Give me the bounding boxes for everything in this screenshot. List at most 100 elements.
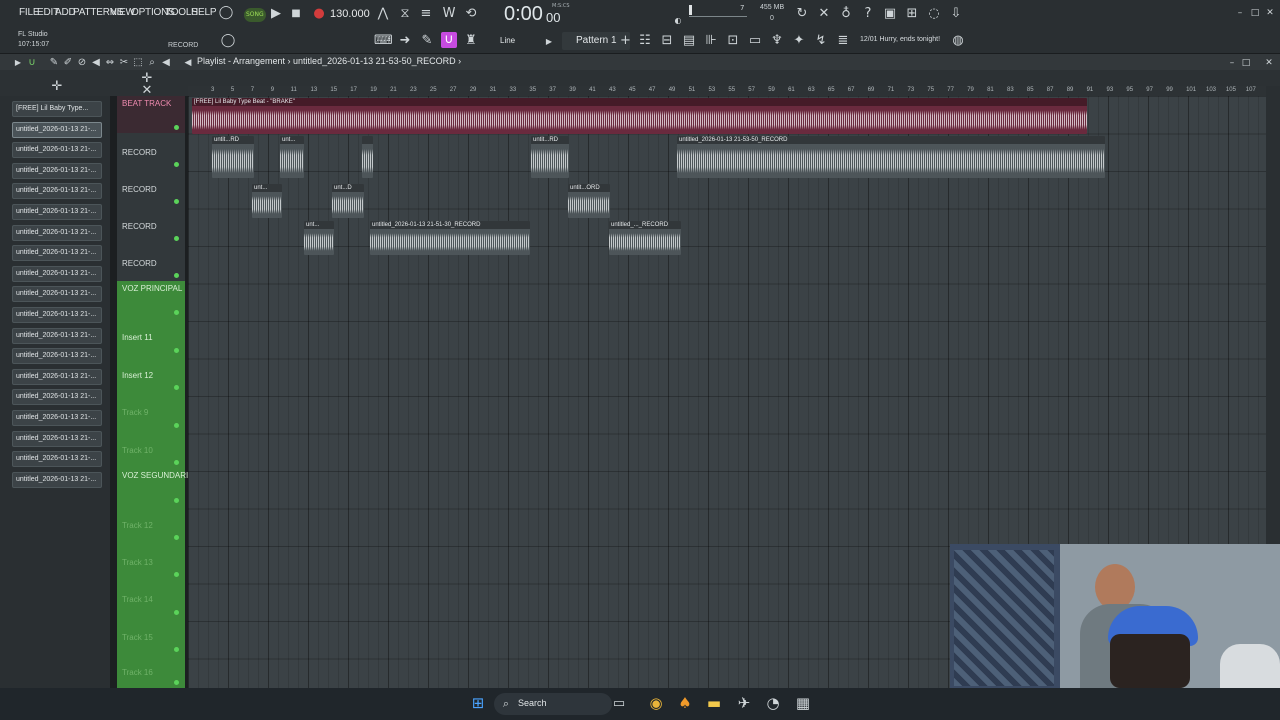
audio-clip[interactable]	[362, 136, 373, 178]
browser-icon[interactable]: ⊡	[726, 34, 740, 48]
undo-history-icon[interactable]: ↻	[795, 7, 809, 21]
tempo-display[interactable]: 130.000	[330, 5, 370, 23]
main-volume-icon[interactable]: ◐	[672, 14, 684, 28]
picker-item[interactable]: untitled_2026-01-13 21-...	[12, 389, 102, 406]
audio-clip[interactable]: unt...	[280, 136, 304, 178]
track-active-led[interactable]	[174, 572, 179, 577]
menu-help[interactable]: HELP	[191, 7, 217, 18]
picker-item[interactable]: untitled_2026-01-13 21-...	[12, 410, 102, 426]
track-active-led[interactable]	[174, 535, 179, 540]
picker-item[interactable]: untitled_2026-01-13 21-...	[12, 245, 102, 262]
clock-app-icon[interactable]: ◔	[765, 696, 781, 711]
piano-keyboard-icon[interactable]: ⌨	[374, 34, 393, 48]
track-active-led[interactable]	[174, 610, 179, 615]
picker-item[interactable]: untitled_2026-01-13 21-...	[12, 430, 102, 447]
tempo-tapper-icon[interactable]: ✦	[792, 34, 806, 48]
picker-item[interactable]: untitled_2026-01-13 21-...	[12, 348, 102, 365]
playlist-close-icon[interactable]: ✕	[1263, 56, 1275, 70]
microphone-icon[interactable]: ♁	[839, 7, 853, 21]
track-header[interactable]: Track 13	[117, 543, 185, 580]
maximize-icon[interactable]: □	[1249, 6, 1261, 20]
select-tool-icon[interactable]: ⬚	[132, 56, 144, 70]
project-icon[interactable]: ▭	[748, 34, 762, 48]
picker-item[interactable]: untitled_2026-01-13 21-...	[12, 471, 102, 488]
audio-clip[interactable]: untitled_2026-01-13 21-51-30_RECORD	[370, 221, 530, 255]
render-icon[interactable]: ⊞	[905, 7, 919, 21]
track-header[interactable]: Insert 12	[117, 356, 185, 393]
mixer-icon[interactable]: ⊪	[704, 34, 718, 48]
slip-tool-icon[interactable]: ⇔	[104, 56, 116, 70]
track-active-led[interactable]	[174, 273, 179, 278]
picker-item[interactable]: untitled_2026-01-13 21-...	[12, 307, 102, 323]
playback-tool-icon[interactable]: ◀	[160, 56, 172, 70]
audio-clip[interactable]: untit...RD	[531, 136, 569, 178]
track-active-led[interactable]	[174, 310, 179, 315]
panic-icon[interactable]: ✕	[817, 7, 831, 21]
track-header[interactable]: Track 14	[117, 580, 185, 618]
track-active-led[interactable]	[174, 460, 179, 465]
track-header[interactable]: Track 12	[117, 506, 185, 543]
audio-clip[interactable]: untit...ORD	[568, 184, 610, 218]
track-header[interactable]: RECORD	[117, 207, 185, 244]
track-active-led[interactable]	[174, 498, 179, 503]
track-header[interactable]: RECORD	[117, 244, 185, 281]
picker-scroll-icon[interactable]: ✛	[50, 80, 64, 94]
draw-pencil-icon[interactable]: ✎	[48, 56, 60, 70]
play-icon[interactable]: ▶	[270, 7, 282, 21]
track-header[interactable]: Track 10	[117, 431, 185, 468]
picker-item[interactable]: untitled_2026-01-13 21-...	[12, 121, 102, 138]
track-header[interactable]: Track 9	[117, 393, 185, 431]
countdown-icon[interactable]: ⧖	[397, 7, 413, 21]
playlist-maximize-icon[interactable]: □	[1240, 56, 1252, 70]
track-active-led[interactable]	[174, 236, 179, 241]
download-icon[interactable]: ⇩	[949, 7, 963, 21]
channel-rack-icon[interactable]: ⊟	[660, 34, 674, 48]
stamp-icon[interactable]: ♜	[464, 34, 478, 48]
save-icon[interactable]: ▣	[883, 7, 897, 21]
track-header[interactable]: BEAT TRACK	[117, 96, 185, 133]
track-active-led[interactable]	[174, 348, 179, 353]
breadcrumb-clip[interactable]: untitled_2026-01-13 21-53-50_RECORD	[293, 56, 456, 66]
minimize-icon[interactable]: –	[1234, 6, 1246, 20]
track-header[interactable]: Insert 11	[117, 318, 185, 356]
track-header[interactable]: VOZ PRINCIPAL	[117, 281, 185, 318]
track-active-led[interactable]	[174, 125, 179, 130]
folder-icon[interactable]: ▬	[706, 696, 722, 711]
pattern-arrow-icon[interactable]: ▶	[544, 35, 554, 49]
pencil-icon[interactable]: ✎	[420, 34, 434, 48]
typing-keyboard-icon[interactable]: ⋀	[376, 7, 390, 21]
track-header[interactable]: RECORD	[117, 133, 185, 170]
calculator-icon[interactable]: ▦	[795, 696, 811, 711]
picker-item[interactable]: untitled_2026-01-13 21-...	[12, 162, 102, 179]
windows-start-icon[interactable]: ⊞	[470, 696, 486, 711]
chat-icon[interactable]: ◌	[927, 7, 941, 21]
audio-clip[interactable]: unt...D	[332, 184, 364, 218]
tools-icon[interactable]: ↯	[814, 34, 828, 48]
blend-notes-icon[interactable]: W	[441, 7, 457, 21]
track-active-led[interactable]	[174, 647, 179, 652]
step-edit-icon[interactable]: ≡	[418, 7, 434, 21]
audio-clip[interactable]: untit...RD	[212, 136, 254, 178]
pitch-knob-icon[interactable]: ◯	[220, 34, 236, 48]
track-header[interactable]: Track 16	[117, 655, 185, 688]
track-active-led[interactable]	[174, 423, 179, 428]
snap-magnet-icon[interactable]: ∪	[26, 56, 38, 70]
add-pattern-icon[interactable]: +	[620, 34, 631, 48]
slice-tool-icon[interactable]: ✂	[118, 56, 130, 70]
track-header[interactable]: RECORD	[117, 170, 185, 207]
close-icon[interactable]: ✕	[1264, 6, 1276, 20]
file-explorer-icon[interactable]: ▭	[612, 697, 626, 711]
picker-item[interactable]: untitled_2026-01-13 21-...	[12, 451, 102, 468]
track-active-led[interactable]	[174, 199, 179, 204]
picker-item[interactable]: untitled_2026-01-13 21-...	[12, 327, 102, 344]
track-active-led[interactable]	[174, 680, 179, 685]
audio-clip[interactable]: unt...	[252, 184, 282, 218]
snap-selector[interactable]: Line	[486, 32, 540, 50]
breadcrumb-view[interactable]: Playlist - Arrangement	[197, 56, 285, 66]
piano-roll-icon[interactable]: ▤	[682, 34, 696, 48]
audio-clip[interactable]: [FREE] Lil Baby Type Beat - "BRAKE"	[192, 98, 1087, 134]
app-icon[interactable]: ✈	[736, 696, 752, 711]
metronome-knob-icon[interactable]: ◯	[218, 6, 234, 20]
track-header[interactable]: Track 15	[117, 618, 185, 655]
track-active-led[interactable]	[174, 162, 179, 167]
